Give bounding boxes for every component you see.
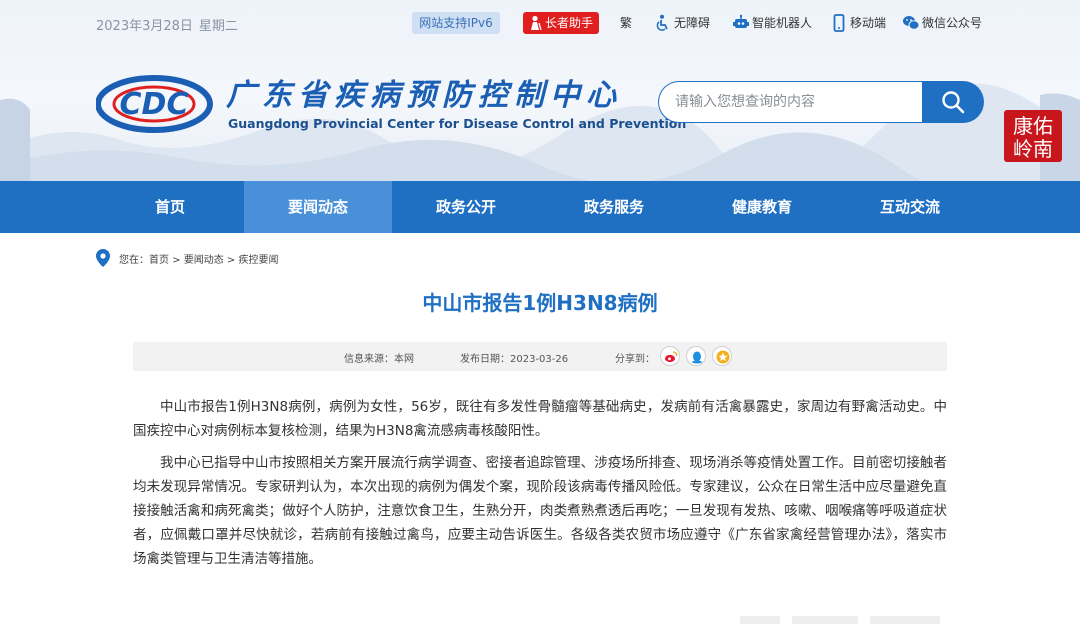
article-date: 发布日期：2023-03-26 — [460, 354, 569, 365]
pager-button[interactable] — [740, 616, 780, 624]
pager-button[interactable] — [870, 616, 940, 624]
article-paragraph: 我中心已指导中山市按照相关方案开展流行病学调查、密接者追踪管理、涉疫场所排查、现… — [133, 455, 947, 567]
pager-button[interactable] — [792, 616, 858, 624]
site-header: 2023年3月28日 星期二 网站支持IPv6 长者助手 繁 无障碍 智能机器人… — [0, 0, 1080, 181]
article-body: 中山市报告1例H3N8病例，病例为女性，56岁，既往有多发性骨髓瘤等基础病史，发… — [133, 395, 947, 579]
top-bar: 2023年3月28日 星期二 网站支持IPv6 长者助手 繁 无障碍 智能机器人… — [0, 0, 1080, 46]
logo-english-name: Guangdong Provincial Center for Disease … — [228, 116, 687, 131]
breadcrumb-text: 您在：首页 > 要闻动态 > 疾控要闻 — [119, 255, 279, 266]
nav-item-health-education[interactable]: 健康教育 — [688, 181, 836, 233]
accessibility-icon — [656, 14, 668, 31]
nav-item-home[interactable]: 首页 — [96, 181, 244, 233]
elder-label: 长者助手 — [545, 16, 594, 30]
seal-stamp: 康佑 岭南 — [1004, 110, 1062, 162]
share-qq-button[interactable] — [686, 346, 706, 366]
main-nav: 首页 要闻动态 政务公开 政务服务 健康教育 互动交流 — [0, 181, 1080, 233]
cdc-logo-icon: CDC — [96, 75, 213, 133]
accessibility-link[interactable]: 无障碍 — [654, 14, 714, 32]
elder-assistant-button[interactable]: 长者助手 — [523, 12, 599, 34]
accessibility-label: 无障碍 — [674, 16, 711, 30]
search-input[interactable] — [658, 81, 924, 123]
nav-item-news[interactable]: 要闻动态 — [244, 181, 392, 233]
article-paragraph: 中山市报告1例H3N8病例，病例为女性，56岁，既往有多发性骨髓瘤等基础病史，发… — [133, 399, 947, 439]
robot-icon — [733, 14, 749, 28]
search-icon — [942, 91, 965, 114]
seal-icon: 康佑 岭南 — [1004, 110, 1062, 162]
share-favorite-button[interactable] — [712, 346, 732, 366]
nav-item-government-affairs[interactable]: 政务公开 — [392, 181, 540, 233]
mobile-icon — [833, 14, 845, 32]
qq-icon — [692, 351, 702, 364]
logo-chinese-name: 广东省疾病预防控制中心 — [226, 78, 622, 113]
robot-link[interactable]: 智能机器人 — [732, 14, 814, 32]
nav-item-interaction[interactable]: 互动交流 — [836, 181, 984, 233]
logo-mark-text: CDC — [120, 87, 189, 122]
weibo-icon — [665, 351, 678, 363]
mobile-link[interactable]: 移动端 — [830, 14, 890, 32]
ipv6-badge: 网站支持IPv6 — [412, 12, 500, 34]
svg-text:岭南: 岭南 — [1013, 137, 1053, 161]
article-title: 中山市报告1例H3N8病例 — [422, 291, 658, 315]
article-meta: 信息来源：本网 发布日期：2023-03-26 分享到： — [133, 342, 947, 371]
elder-icon — [531, 15, 542, 31]
wechat-label: 微信公众号 — [922, 16, 983, 30]
share-weibo-button[interactable] — [660, 346, 680, 366]
wechat-link[interactable]: 微信公众号 — [902, 14, 988, 32]
article-source: 信息来源：本网 — [344, 354, 414, 365]
wechat-icon — [903, 16, 920, 30]
location-pin-icon — [96, 249, 110, 267]
search-button[interactable] — [922, 81, 984, 123]
search-box — [658, 81, 984, 123]
traditional-chinese-link[interactable]: 繁 — [620, 14, 640, 32]
site-logo[interactable]: CDC 广东省疾病预防控制中心 Guangdong Provincial Cen… — [96, 70, 686, 136]
current-date: 2023年3月28日 星期二 — [96, 15, 244, 34]
star-icon — [716, 350, 730, 364]
date-text: 2023年3月28日 — [96, 19, 193, 34]
nav-item-government-services[interactable]: 政务服务 — [540, 181, 688, 233]
mobile-label: 移动端 — [850, 16, 887, 30]
weekday-text: 星期二 — [198, 19, 238, 34]
svg-text:康佑: 康佑 — [1013, 114, 1053, 138]
robot-label: 智能机器人 — [752, 16, 813, 30]
share-label: 分享到： — [615, 354, 655, 365]
traditional-label: 繁 — [620, 16, 633, 30]
